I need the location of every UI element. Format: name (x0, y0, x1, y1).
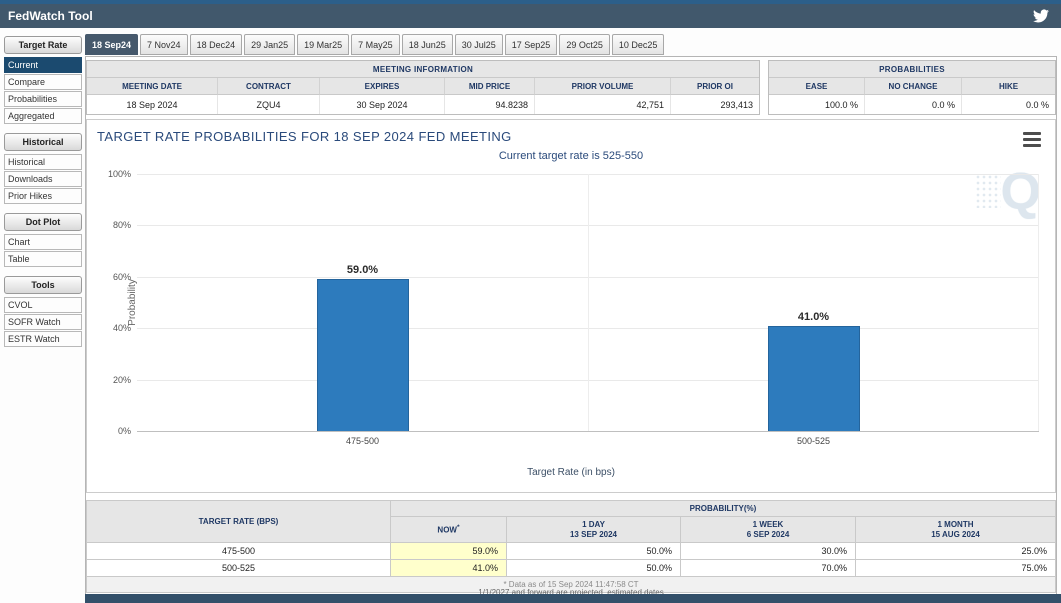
probabilities-values: 100.0 % 0.0 % 0.0 % (769, 95, 1055, 114)
col-hike: HIKE (962, 78, 1055, 95)
one-day-cell: 50.0% (507, 543, 681, 560)
one-week-cell: 70.0% (681, 560, 856, 577)
probabilities-panel: PROBABILITIES EASE NO CHANGE HIKE 100.0 … (768, 60, 1056, 115)
header-1-month: 1 MONTH15 AUG 2024 (856, 517, 1056, 543)
tab-18-dec24[interactable]: 18 Dec24 (190, 34, 243, 55)
col-no-change: NO CHANGE (865, 78, 962, 95)
app-title: FedWatch Tool (8, 9, 93, 23)
tab-18-jun25[interactable]: 18 Jun25 (402, 34, 453, 55)
twitter-icon[interactable] (1033, 8, 1049, 24)
bar-475-500[interactable]: 59.0% (317, 279, 409, 431)
sidebar-item-compare[interactable]: Compare (4, 74, 82, 90)
now-cell: 41.0% (391, 560, 507, 577)
tab-19-mar25[interactable]: 19 Mar25 (297, 34, 349, 55)
meeting-date-value: 18 Sep 2024 (87, 95, 218, 114)
sidebar-section-tools: Tools (4, 276, 82, 294)
col-prior-volume: PRIOR VOLUME (535, 78, 671, 95)
sidebar-item-probabilities[interactable]: Probabilities (4, 91, 82, 107)
tab-18-sep24[interactable]: 18 Sep24 (85, 34, 138, 55)
bar-value-label: 59.0% (347, 264, 378, 276)
y-axis-tick: 0% (118, 426, 137, 436)
y-axis-tick: 80% (113, 220, 137, 230)
sidebar-section-target-rate: Target Rate (4, 36, 82, 54)
meeting-tabs: 18 Sep24 7 Nov24 18 Dec24 29 Jan25 19 Ma… (85, 34, 664, 55)
col-meeting-date: MEETING DATE (87, 78, 218, 95)
sidebar-item-prior-hikes[interactable]: Prior Hikes (4, 188, 82, 204)
header-probability-pct: PROBABILITY(%) (391, 501, 1056, 517)
meeting-information-panel: MEETING INFORMATION MEETING DATE CONTRAC… (86, 60, 760, 115)
expires-value: 30 Sep 2024 (320, 95, 445, 114)
one-week-cell: 30.0% (681, 543, 856, 560)
bar-group-500-525: 41.0% 500-525 (588, 174, 1039, 431)
chart-title: TARGET RATE PROBABILITIES FOR 18 SEP 202… (97, 129, 512, 144)
col-expires: EXPIRES (320, 78, 445, 95)
contract-value: ZQU4 (218, 95, 320, 114)
one-month-cell: 75.0% (856, 560, 1056, 577)
tab-10-dec25[interactable]: 10 Dec25 (612, 34, 665, 55)
sidebar-item-estr-watch[interactable]: ESTR Watch (4, 331, 82, 347)
col-mid-price: MID PRICE (445, 78, 535, 95)
sidebar-section-dot-plot: Dot Plot (4, 213, 82, 231)
table-row-475-500: 475-500 59.0% 50.0% 30.0% 25.0% (87, 543, 1056, 560)
meeting-information-values: 18 Sep 2024 ZQU4 30 Sep 2024 94.8238 42,… (87, 95, 759, 114)
table-row-500-525: 500-525 41.0% 50.0% 70.0% 75.0% (87, 560, 1056, 577)
probabilities-headers: EASE NO CHANGE HIKE (769, 78, 1055, 95)
prior-oi-value: 293,413 (671, 95, 759, 114)
sidebar-item-dot-plot-table[interactable]: Table (4, 251, 82, 267)
header-1-week: 1 WEEK6 SEP 2024 (681, 517, 856, 543)
top-bar: FedWatch Tool (0, 0, 1061, 28)
sidebar-item-historical[interactable]: Historical (4, 154, 82, 170)
plot-area: Probability 100% 80% 60% 40% 20% 0% 59.0… (137, 174, 1039, 432)
footer-bar (85, 594, 1061, 603)
one-month-cell: 25.0% (856, 543, 1056, 560)
header-target-rate-bps: TARGET RATE (BPS) (87, 501, 391, 543)
meeting-information-title: MEETING INFORMATION (87, 61, 759, 78)
col-prior-oi: PRIOR OI (671, 78, 759, 95)
tab-7-nov24[interactable]: 7 Nov24 (140, 34, 188, 55)
no-change-value: 0.0 % (865, 95, 962, 114)
mid-price-value: 94.8238 (445, 95, 535, 114)
sidebar-item-aggregated[interactable]: Aggregated (4, 108, 82, 124)
probability-history-table: TARGET RATE (BPS) PROBABILITY(%) NOW* 1 … (86, 500, 1056, 593)
tab-29-jan25[interactable]: 29 Jan25 (244, 34, 295, 55)
col-ease: EASE (769, 78, 865, 95)
chart-menu-icon[interactable] (1023, 132, 1041, 150)
now-cell: 59.0% (391, 543, 507, 560)
ease-value: 100.0 % (769, 95, 865, 114)
prior-volume-value: 42,751 (535, 95, 671, 114)
x-axis-title: Target Rate (in bps) (87, 467, 1055, 478)
sidebar-section-historical: Historical (4, 133, 82, 151)
bar-group-475-500: 59.0% 475-500 (137, 174, 588, 431)
sidebar-item-cvol[interactable]: CVOL (4, 297, 82, 313)
tab-30-jul25[interactable]: 30 Jul25 (455, 34, 503, 55)
rate-cell: 475-500 (87, 543, 391, 560)
probabilities-title: PROBABILITIES (769, 61, 1055, 78)
tab-7-may25[interactable]: 7 May25 (351, 34, 400, 55)
sidebar-item-current[interactable]: Current (4, 57, 82, 73)
tab-29-oct25[interactable]: 29 Oct25 (559, 34, 610, 55)
sidebar-item-downloads[interactable]: Downloads (4, 171, 82, 187)
sidebar-item-dot-plot-chart[interactable]: Chart (4, 234, 82, 250)
fedwatch-tool: FedWatch Tool Target Rate Current Compar… (0, 0, 1061, 603)
sidebar: Target Rate Current Compare Probabilitie… (4, 36, 82, 348)
header-1-day: 1 DAY13 SEP 2024 (507, 517, 681, 543)
rate-cell: 500-525 (87, 560, 391, 577)
x-axis-category: 500-525 (797, 436, 830, 446)
sidebar-item-sofr-watch[interactable]: SOFR Watch (4, 314, 82, 330)
meeting-information-headers: MEETING DATE CONTRACT EXPIRES MID PRICE … (87, 78, 759, 95)
x-axis-category: 475-500 (346, 436, 379, 446)
y-axis-tick: 60% (113, 272, 137, 282)
hike-value: 0.0 % (962, 95, 1055, 114)
tab-17-sep25[interactable]: 17 Sep25 (505, 34, 558, 55)
one-day-cell: 50.0% (507, 560, 681, 577)
y-axis-tick: 20% (113, 375, 137, 385)
y-axis-tick: 100% (108, 169, 137, 179)
bar-500-525[interactable]: 41.0% (768, 326, 860, 431)
chart-subtitle: Current target rate is 525-550 (87, 150, 1055, 162)
bar-value-label: 41.0% (798, 311, 829, 323)
y-axis-tick: 40% (113, 323, 137, 333)
header-now: NOW* (391, 517, 507, 543)
col-contract: CONTRACT (218, 78, 320, 95)
target-rate-chart: TARGET RATE PROBABILITIES FOR 18 SEP 202… (86, 119, 1056, 493)
